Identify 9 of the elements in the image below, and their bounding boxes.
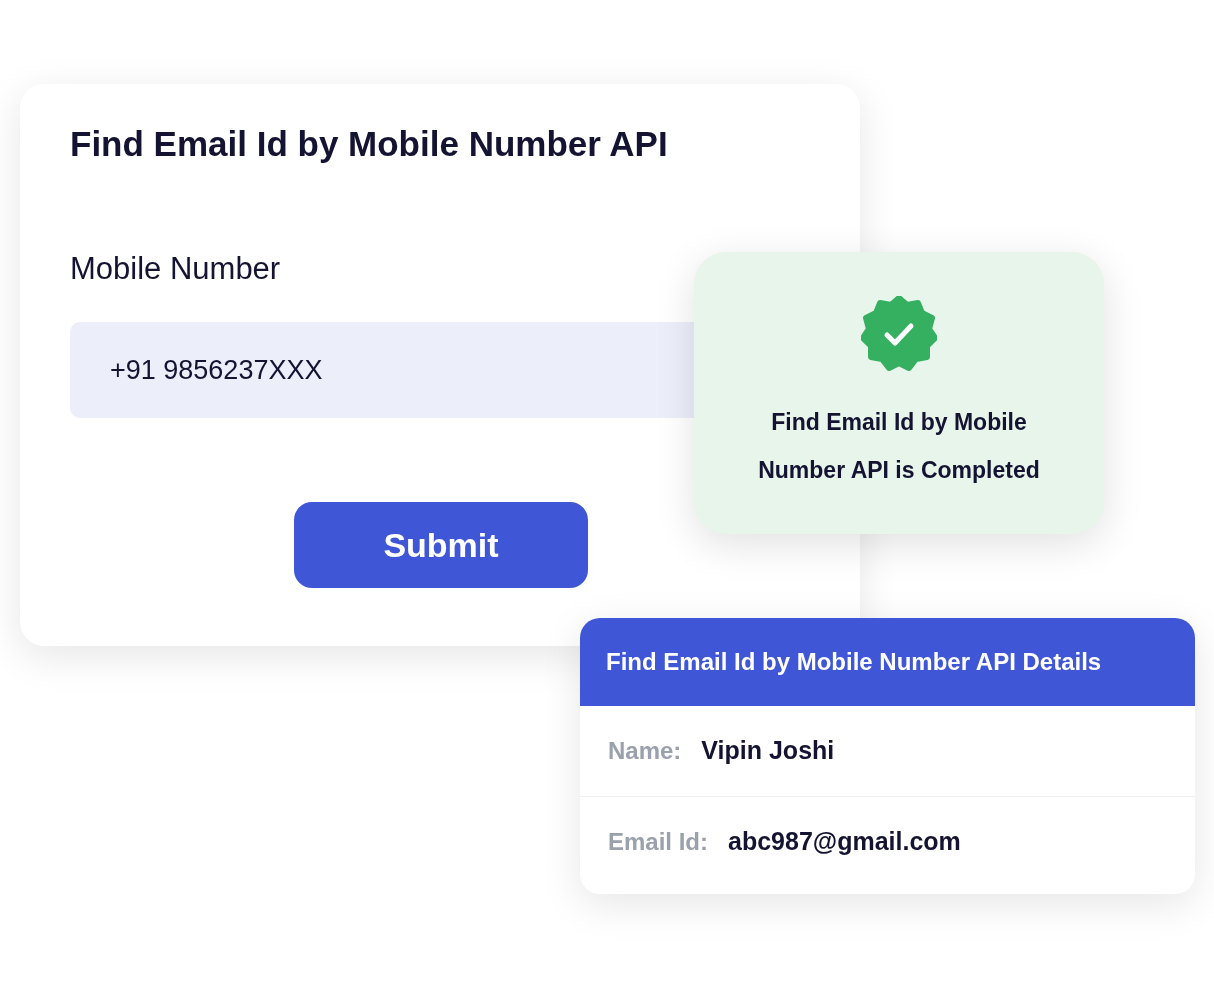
detail-label: Email Id: [608,826,709,857]
detail-value: abc987@gmail.com [728,825,961,857]
field-label: Mobile Number [70,249,281,288]
detail-label: Name: [608,736,682,766]
details-title: Find Email Id by Mobile Number API Details [606,647,1102,677]
form-title: Find Email Id by Mobile Number API [70,123,668,165]
verified-check-icon [861,296,937,372]
submit-button[interactable]: Submit [294,502,588,589]
detail-value: Vipin Joshi [701,735,835,767]
